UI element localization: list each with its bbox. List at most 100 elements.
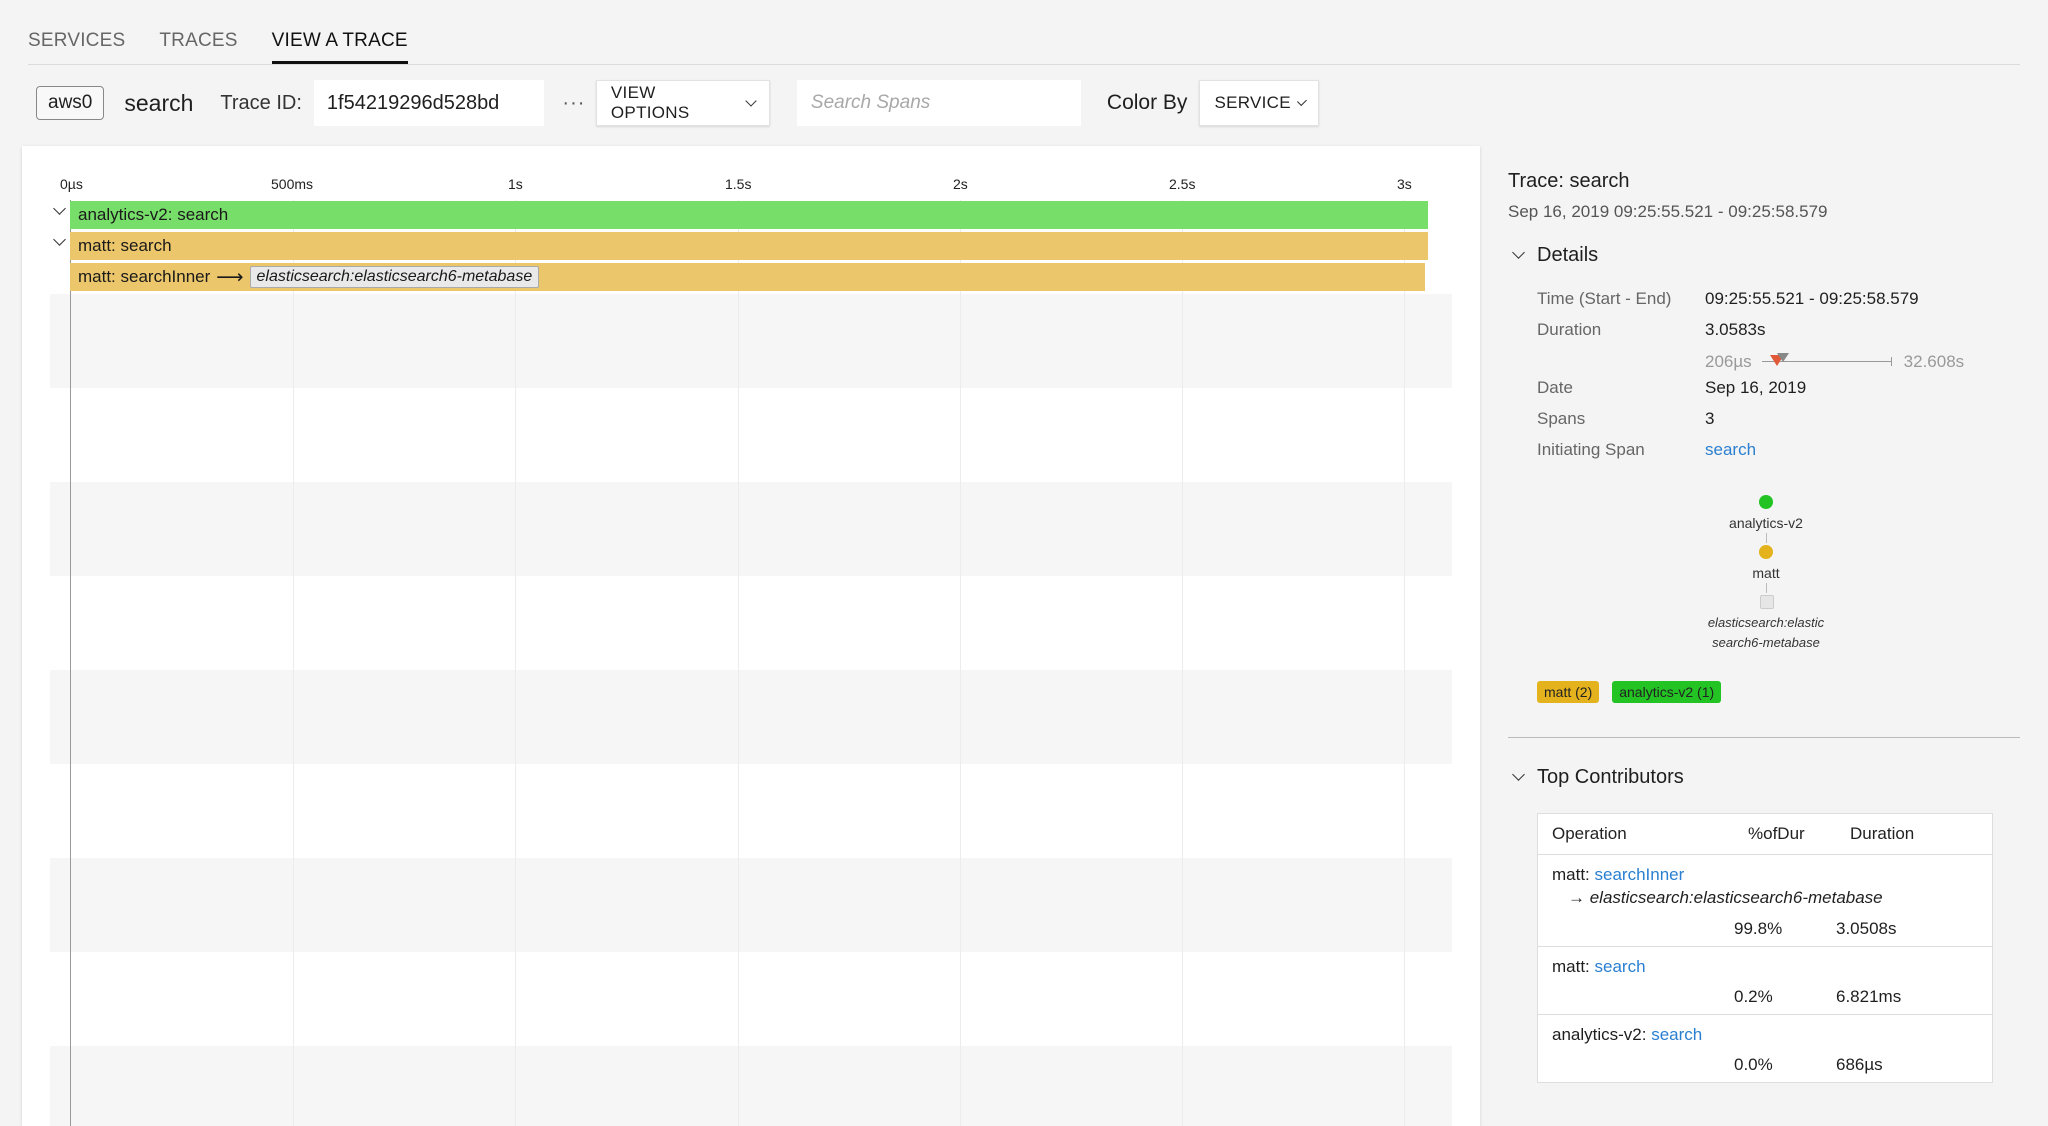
more-options-icon[interactable]: ··· [556,92,592,115]
detail-value: 3.0583s [1705,320,1766,339]
detail-value: Sep 16, 2019 [1705,378,1807,397]
search-spans-input[interactable] [796,80,1081,126]
timeline-stripe [50,1046,1452,1126]
timeline-stripe [50,294,1452,388]
range-min: 206µs [1705,351,1752,371]
grid-line [738,200,739,1126]
graph-edge [1766,533,1767,543]
grid-line [515,200,516,1126]
details-list: Time (Start - End) 09:25:55.521 - 09:25:… [1537,289,2020,471]
top-nav: SERVICES TRACES VIEW A TRACE [28,26,408,66]
trace-id-value: 1f54219296d528bd [326,91,500,114]
contributor-duration: 686µs [1836,1055,1883,1074]
service-legend: matt (2) analytics-v2 (1) [1537,681,2020,703]
contributor-operation-link[interactable]: searchInner [1595,865,1685,884]
top-contributors-table: Operation %ofDur Duration matt: searchIn… [1537,813,1993,1083]
detail-key: Time (Start - End) [1537,289,1672,308]
timeline-axis: 0µs 500ms 1s 1.5s 2s 2.5s 3s [22,176,1480,196]
table-header: Operation %ofDur Duration [1538,814,1992,855]
contributor-service: analytics-v2: [1552,1025,1652,1044]
span-label: matt: search [78,236,172,255]
span-bar-matt-search[interactable]: matt: search [70,232,1428,260]
color-by-select[interactable]: SERVICE [1199,80,1320,126]
trace-time-range: Sep 16, 2019 09:25:55.521 - 09:25:58.579 [1508,202,1828,221]
trace-timeline: 0µs 500ms 1s 1.5s 2s 2.5s 3s analytics-v… [22,146,1480,1126]
timeline-stripe [50,858,1452,952]
tab-traces[interactable]: TRACES [159,26,237,66]
contributor-pct: 99.8% [1734,919,1783,938]
span-bar-matt-searchinner[interactable]: matt: searchInner ⟶ elasticsearch:elasti… [70,263,1426,291]
duration-range: 206µs 32.608s [1705,345,2020,378]
collapse-chevron-icon[interactable] [53,233,66,246]
contributor-operation-link[interactable]: search [1595,957,1646,976]
span-label: matt: searchInner [78,267,211,286]
timeline-stripe [50,670,1452,764]
detail-key: Spans [1537,409,1586,428]
details-section-toggle[interactable]: Details [1508,244,2020,267]
tick-label: 0µs [60,176,83,192]
trace-toolbar: aws0 search Trace ID: 1f54219296d528bd ·… [36,80,1320,126]
graph-edge [1766,583,1767,593]
table-row: matt: search 0.2% 6.821ms [1538,947,1992,1015]
tab-view-a-trace[interactable]: VIEW A TRACE [271,26,408,65]
detail-key: Initiating Span [1537,440,1645,459]
collapse-chevron-icon[interactable] [53,202,66,215]
timeline-origin-line [70,200,71,1126]
service-node-label: matt [1752,565,1780,581]
detail-value: 09:25:55.521 - 09:25:58.579 [1705,289,1919,308]
color-by-value: SERVICE [1214,93,1291,112]
trace-id-field[interactable]: 1f54219296d528bd [313,80,544,126]
service-node-label: analytics-v2 [1729,515,1803,531]
tick-label: 1s [508,176,523,192]
contributor-duration: 3.0508s [1836,919,1897,938]
tick-label: 3s [1397,176,1412,192]
contributor-peer: → elasticsearch:elasticsearch6-metabase [1568,888,1883,907]
chevron-down-icon [745,94,757,107]
span-label: analytics-v2: search [78,205,229,224]
color-by-label: Color By [1106,91,1188,114]
environment-badge: aws0 [36,86,105,120]
grid-line [293,200,294,1126]
view-options-button[interactable]: VIEW OPTIONS [595,80,770,126]
service-node[interactable] [1760,595,1774,609]
view-options-label: VIEW OPTIONS [610,83,690,122]
legend-chip[interactable]: analytics-v2 (1) [1612,681,1722,703]
service-graph: analytics-v2 matt elasticsearch:elastic … [1508,495,2020,683]
detail-key: Duration [1537,320,1602,339]
tab-services[interactable]: SERVICES [28,26,125,66]
trace-details-panel: Trace: search Sep 16, 2019 09:25:55.521 … [1508,170,2020,1083]
contributor-duration: 6.821ms [1836,987,1902,1006]
detail-key: Date [1537,378,1573,397]
grid-line [1404,200,1405,1126]
contributor-pct: 0.2% [1734,987,1773,1006]
detail-value: 3 [1705,409,1715,428]
legend-chip[interactable]: matt (2) [1537,681,1600,703]
table-row: analytics-v2: search 0.0% 686µs [1538,1015,1992,1082]
service-node[interactable] [1759,545,1773,559]
trace-id-label: Trace ID: [220,91,302,114]
column-header[interactable]: Operation [1538,824,1748,844]
tick-label: 1.5s [725,176,752,192]
span-bar-analytics-v2-search[interactable]: analytics-v2: search [70,201,1428,229]
service-node[interactable] [1759,495,1773,509]
nav-divider [28,64,2020,65]
range-indicator-icon [1761,352,1892,369]
chevron-down-icon [1512,246,1525,259]
contributor-service: matt: [1552,865,1595,884]
top-contributors-toggle[interactable]: Top Contributors [1508,766,2020,789]
service-node-label: elasticsearch:elastic search6-metabase [1707,615,1825,650]
tick-label: 500ms [271,176,314,192]
contributor-service: matt: [1552,957,1595,976]
tick-label: 2.5s [1169,176,1196,192]
chevron-down-icon [1512,768,1525,781]
column-header[interactable]: Duration [1850,824,1980,844]
initiating-span-link[interactable]: search [1705,440,1756,460]
table-row: matt: searchInner → elasticsearch:elasti… [1538,855,1992,947]
section-divider [1508,737,2020,738]
contributor-operation-link[interactable]: search [1651,1025,1702,1044]
grid-line [1182,200,1183,1126]
column-header[interactable]: %ofDur [1748,824,1850,844]
tick-label: 2s [953,176,968,192]
peer-service-tag: elasticsearch:elasticsearch6-metabase [249,266,540,288]
chevron-down-icon [1296,95,1307,106]
